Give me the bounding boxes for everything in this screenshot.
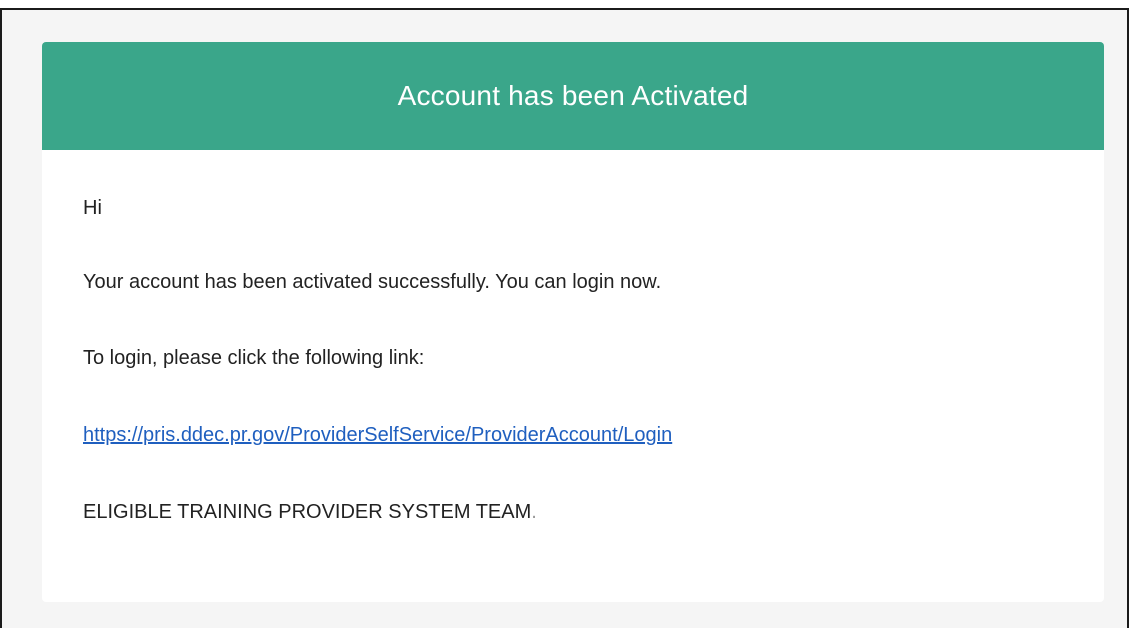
email-card: Account has been Activated Hi Your accou…	[42, 42, 1104, 602]
activation-message: Your account has been activated successf…	[83, 271, 662, 293]
signature: ELIGIBLE TRAINING PROVIDER SYSTEM TEAM.	[83, 500, 1104, 524]
login-link[interactable]: https://pris.ddec.pr.gov/ProviderSelfSer…	[83, 424, 672, 446]
login-instruction: To login, please click the following lin…	[83, 347, 425, 369]
email-title: Account has been Activated	[397, 80, 749, 111]
email-header: Account has been Activated	[42, 42, 1104, 150]
signature-text: ELIGIBLE TRAINING PROVIDER SYSTEM TEAM	[83, 501, 532, 523]
login-link-paragraph: https://pris.ddec.pr.gov/ProviderSelfSer…	[83, 423, 1104, 447]
screenshot-frame: Account has been Activated Hi Your accou…	[0, 8, 1129, 628]
signature-period: .	[531, 501, 537, 523]
greeting-text: Hi	[83, 197, 102, 219]
email-body: Hi Your account has been activated succe…	[42, 150, 1104, 524]
